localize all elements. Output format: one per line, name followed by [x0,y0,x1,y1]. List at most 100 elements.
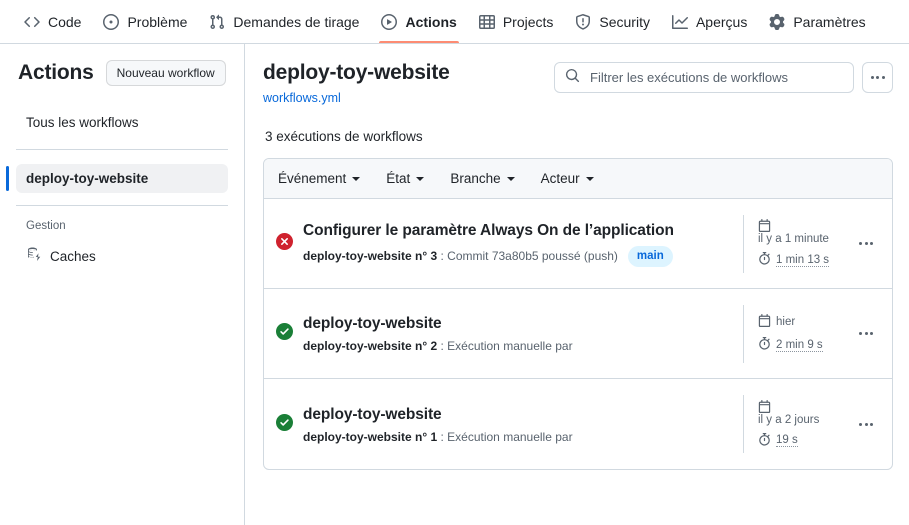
run-subtitle-text: deploy-toy-website n° 3 : Commit 73a80b5… [303,249,618,263]
run-time-ago-text: hier [776,316,796,329]
nav-tab-code[interactable]: Code [14,0,91,43]
sidebar-divider-bottom [16,205,228,207]
run-time-ago: hier [758,314,844,330]
run-trigger: : Exécution manuelle par [437,339,573,354]
run-subtitle: deploy-toy-website n° 2 : Exécution manu… [303,339,733,353]
filter-label: État [386,171,411,187]
run-details: deploy-toy-website deploy-toy-website n°… [303,405,733,444]
run-number: deploy-toy-website n° 3 [303,249,438,264]
run-options-button[interactable] [854,232,878,256]
sidebar-item-deploy-toy-website[interactable]: deploy-toy-website [6,164,228,194]
run-title[interactable]: deploy-toy-website [303,314,733,334]
workflow-heading-group: deploy-toy-website workflows.yml [263,60,450,107]
nav-tab-actions[interactable]: Actions [371,0,466,43]
run-title[interactable]: deploy-toy-website [303,405,733,425]
stopwatch-icon [758,432,771,449]
header-actions [554,60,893,93]
kebab-horizontal-icon [859,242,873,246]
nav-tab-label: Demandes de tirage [233,13,360,30]
shield-icon [575,13,591,30]
workflow-file-link[interactable]: workflows.yml [263,91,341,105]
repo-navigation: Code Problème Demandes de tirage Actions… [0,0,909,44]
run-trigger: : Commit 73a80b5 poussé (push) [437,249,618,264]
sidebar-section-management: Gestion [26,220,66,233]
nav-tab-security[interactable]: Security [565,0,660,43]
kebab-horizontal-icon [859,422,873,426]
run-subtitle: deploy-toy-website n° 3 : Commit 73a80b5… [303,245,733,267]
nav-tab-label: Actions [405,13,457,30]
check-circle-fill-icon [276,413,293,436]
workflow-header: deploy-toy-website workflows.yml [263,60,893,107]
nav-tab-settings[interactable]: Paramètres [759,0,875,43]
sidebar-divider-top [16,149,228,151]
nav-tab-label: Aperçus [695,13,748,30]
run-timing: hier 2 min 9 s [758,314,844,353]
nav-tab-label: Security [599,13,650,30]
run-meta: il y a 1 minute 1 min 13 s [743,214,878,273]
sidebar-title: Actions [18,61,94,85]
run-number: deploy-toy-website n° 1 [303,429,438,444]
search-box[interactable] [554,62,854,93]
workflow-runs-card: Événement État Branche Acteur Configurer… [263,158,893,471]
runs-count-label: 3 exécutions de workflows [265,129,423,145]
run-timing: il y a 2 jours 19 s [758,399,844,449]
chevron-down-icon [506,176,515,181]
nav-tab-projects[interactable]: Projects [469,0,564,43]
code-icon [24,14,40,30]
run-trigger: : Exécution manuelle par [437,429,573,444]
run-duration: 19 s [758,432,844,449]
table-row[interactable]: deploy-toy-website deploy-toy-website n°… [264,379,892,469]
play-circle-icon [381,13,398,30]
graph-icon [671,14,688,30]
search-input[interactable] [588,69,843,86]
run-time-ago: il y a 2 jours [758,399,844,426]
sidebar-header: Actions Nouveau workflow [16,60,228,87]
run-time-ago-text: il y a 2 jours [758,413,820,426]
run-details: deploy-toy-website deploy-toy-website n°… [303,314,733,353]
filter-branch[interactable]: Branche [450,171,515,186]
nav-tab-label: Problème [127,13,188,30]
filter-actor[interactable]: Acteur [541,171,594,186]
kebab-horizontal-icon [859,332,873,336]
run-title[interactable]: Configurer le paramètre Always On de l’a… [303,221,733,241]
run-options-button[interactable] [854,412,878,436]
branch-badge[interactable]: main [627,245,673,267]
chevron-down-icon [352,176,361,181]
run-subtitle: deploy-toy-website n° 1 : Exécution manu… [303,430,733,444]
run-duration-text: 2 min 9 s [776,338,823,352]
nav-tab-issues[interactable]: Problème [93,0,197,43]
runs-filter-bar: Événement État Branche Acteur [264,159,892,200]
filter-label: Acteur [540,171,580,187]
run-meta: hier 2 min 9 s [743,304,878,363]
run-number: deploy-toy-website n° 2 [303,339,438,354]
run-details: Configurer le paramètre Always On de l’a… [303,221,733,267]
calendar-icon [758,399,844,413]
sidebar-item-label: deploy-toy-website [26,171,149,187]
nav-tab-pull-requests[interactable]: Demandes de tirage [199,0,369,43]
table-row[interactable]: Configurer le paramètre Always On de l’a… [264,199,892,290]
chevron-down-icon [416,176,425,181]
search-icon [565,68,580,88]
sidebar-item-all-workflows[interactable]: Tous les workflows [16,108,228,137]
actions-sidebar: Actions Nouveau workflow Tous les workfl… [0,44,245,525]
page-body: Actions Nouveau workflow Tous les workfl… [0,44,909,525]
run-duration-text: 19 s [776,434,798,448]
filter-status[interactable]: État [386,171,425,187]
nav-tab-label: Projects [502,13,554,30]
chevron-down-icon [585,176,594,181]
filter-label: Événement [278,171,347,187]
nav-tab-label: Paramètres [793,13,866,30]
table-row[interactable]: deploy-toy-website deploy-toy-website n°… [264,289,892,380]
run-subtitle-text: deploy-toy-website n° 2 : Exécution manu… [303,339,573,353]
run-options-button[interactable] [854,322,878,346]
workflow-options-button[interactable] [862,62,893,93]
run-time-ago: il y a 1 minute [758,219,844,245]
new-workflow-button[interactable]: Nouveau workflow [105,60,226,87]
run-duration: 1 min 13 s [758,252,844,268]
run-meta: il y a 2 jours 19 s [743,395,878,454]
filter-event[interactable]: Événement [278,171,361,187]
sidebar-item-label: Tous les workflows [26,115,139,131]
sidebar-item-caches[interactable]: Caches [16,240,228,273]
nav-tab-insights[interactable]: Aperçus [662,0,757,43]
x-circle-fill-icon [275,233,294,255]
